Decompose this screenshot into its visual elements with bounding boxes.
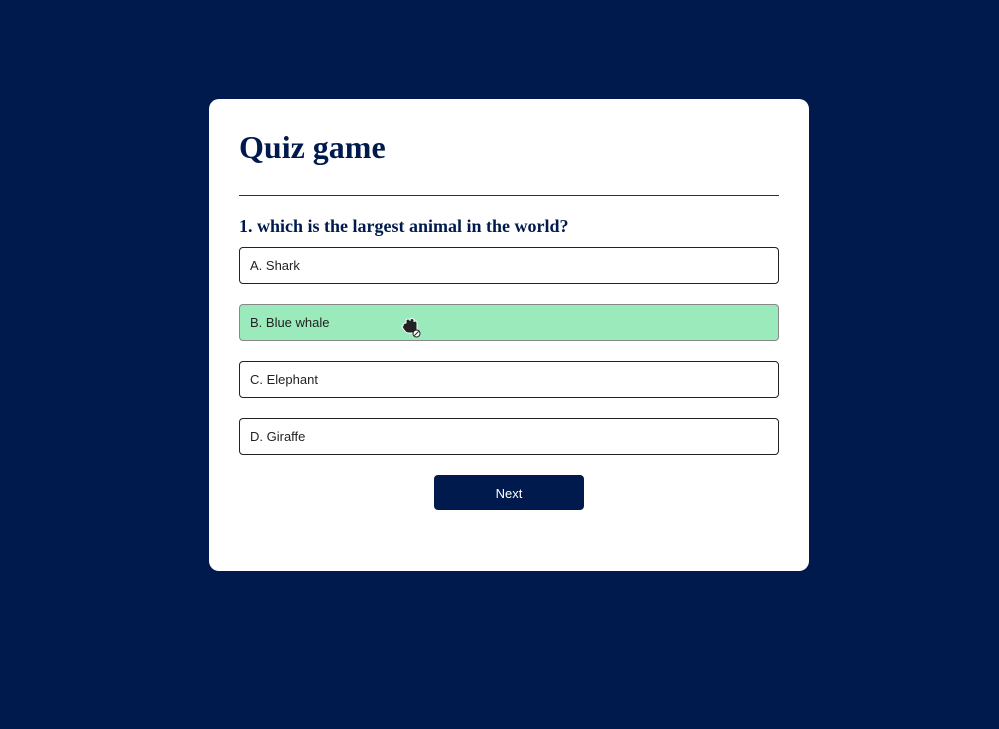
question-text: 1. which is the largest animal in the wo… (239, 216, 569, 236)
title-divider (239, 195, 779, 196)
answer-label: D. Giraffe (250, 429, 306, 444)
next-container: Next (239, 475, 779, 510)
answer-list: A. Shark B. Blue whale C. Elephant D. Gi… (239, 247, 779, 455)
answer-label: B. Blue whale (250, 315, 330, 330)
next-button[interactable]: Next (434, 475, 584, 510)
answer-label: C. Elephant (250, 372, 318, 387)
answer-button-b[interactable]: B. Blue whale (239, 304, 779, 341)
answer-button-d[interactable]: D. Giraffe (239, 418, 779, 455)
grab-hand-not-allowed-icon (401, 318, 421, 338)
answer-button-a[interactable]: A. Shark (239, 247, 779, 284)
quiz-card: Quiz game 1. which is the largest animal… (209, 99, 809, 571)
page-title: Quiz game (239, 129, 386, 165)
answer-label: A. Shark (250, 258, 300, 273)
answer-button-c[interactable]: C. Elephant (239, 361, 779, 398)
